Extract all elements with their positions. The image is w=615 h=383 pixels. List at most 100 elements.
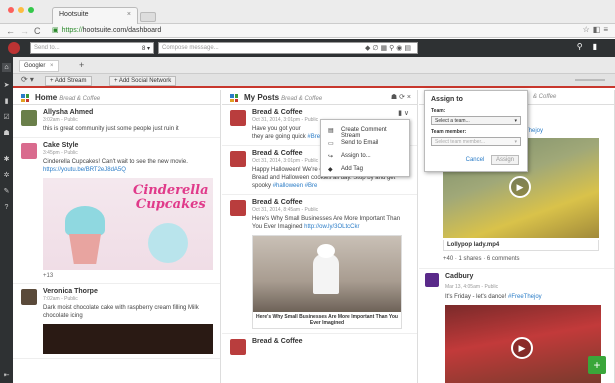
team-label: Team: xyxy=(431,108,446,114)
post-text: Here's Why Small Businesses Are More Imp… xyxy=(252,215,411,231)
sidebar: ⌂ ➤ ▮ ☑ ☗ ✱ ✲ ✎ ? ⇤ xyxy=(0,57,13,383)
analytics-icon[interactable]: ▮ xyxy=(2,97,11,106)
close-tab-icon[interactable]: × xyxy=(127,11,131,18)
assign-dialog-title: Assign to xyxy=(431,96,463,103)
link-preview[interactable]: Here's Why Small Businesses Are More Imp… xyxy=(252,235,402,329)
chef-figure xyxy=(313,254,339,294)
menu-icon[interactable]: ≡ xyxy=(603,25,611,34)
assign-dialog-buttons: Cancel Assign xyxy=(466,155,519,165)
add-button[interactable]: + xyxy=(588,356,606,374)
maximize-window-button[interactable] xyxy=(28,7,34,13)
avatar[interactable] xyxy=(8,42,20,54)
send-to-selector[interactable]: 8 ▾ xyxy=(142,45,150,52)
avatar[interactable] xyxy=(21,289,37,305)
avatar[interactable] xyxy=(21,110,37,126)
add-stream-button[interactable]: + Add Stream xyxy=(45,76,92,86)
refresh-icon[interactable]: ⟳ ▾ xyxy=(21,75,34,84)
post-link[interactable]: #halloween #Bre xyxy=(273,183,318,189)
avatar[interactable] xyxy=(230,339,246,355)
plus-count[interactable]: +13 xyxy=(43,273,214,279)
post-author[interactable]: Bread & Coffee xyxy=(252,109,411,116)
search-icon[interactable]: ⚲ xyxy=(577,42,593,51)
video-thumbnail[interactable]: ▶ xyxy=(445,305,601,383)
post-link[interactable]: https://youtu.be/BRT2eJ8dA5Q xyxy=(43,167,126,173)
action-bar: ⟳ ▾ + Add Stream + Add Social Network xyxy=(13,74,615,88)
play-icon[interactable]: ▶ xyxy=(511,337,533,359)
column-tools: ☗ ⟳ × xyxy=(391,93,411,101)
lock-icon[interactable]: ▤ xyxy=(404,45,413,52)
add-social-network-button[interactable]: + Add Social Network xyxy=(109,76,177,86)
column-title: Home xyxy=(35,93,58,102)
top-right-tools: ⚲▮ xyxy=(577,42,607,51)
tools-icon[interactable]: ✎ xyxy=(2,187,11,196)
browser-tab[interactable]: Hootsuite × xyxy=(52,7,138,25)
reload-icon[interactable]: C xyxy=(34,26,41,36)
forward-icon[interactable]: → xyxy=(20,26,29,36)
avatar[interactable] xyxy=(21,143,37,159)
post-text: It's Friday - let's dance! #FreeThejoy xyxy=(445,293,542,301)
post-menu-icon[interactable]: ▮ ∨ xyxy=(398,109,409,117)
home-icon[interactable]: ⌂ xyxy=(2,63,11,72)
compose-input[interactable]: Compose message... ◆∅▦⚲◉▤ xyxy=(158,42,418,54)
avatar[interactable] xyxy=(230,110,246,126)
settings-icon[interactable]: ✲ xyxy=(2,171,11,180)
close-window-button[interactable] xyxy=(8,7,14,13)
preview-caption: Here's Why Small Businesses Are More Imp… xyxy=(253,312,401,328)
apps-icon[interactable]: ✱ xyxy=(2,155,11,164)
send-to-count: 8 xyxy=(141,46,146,52)
star-icon[interactable]: ☆ xyxy=(583,25,593,34)
menu-item-add-tag[interactable]: ◆ Add Tag xyxy=(321,163,409,176)
post-author[interactable]: Allysha Ahmed xyxy=(43,109,214,116)
help-icon[interactable]: ? xyxy=(2,203,11,212)
assignments-icon[interactable]: ☑ xyxy=(2,113,11,122)
menu-item-comment-stream[interactable]: ▤ Create Comment Stream xyxy=(321,124,409,139)
avatar[interactable] xyxy=(230,200,246,216)
refresh-icon[interactable]: ⟳ xyxy=(399,94,405,101)
logout-icon[interactable]: ⇤ xyxy=(2,371,11,380)
team-select-value: Select a team... xyxy=(435,118,470,124)
post-link[interactable]: #FreeThejoy xyxy=(508,294,542,300)
post-author[interactable]: Veronica Thorpe xyxy=(43,288,214,295)
post-link[interactable]: #Bre xyxy=(307,134,320,140)
post-author[interactable]: Bread & Coffee xyxy=(252,338,411,345)
post-author[interactable]: Cake Style xyxy=(43,142,214,149)
close-icon[interactable]: × xyxy=(50,63,54,69)
calendar-icon[interactable]: ▦ xyxy=(381,45,390,52)
extension-icon[interactable]: ◧ xyxy=(593,25,604,34)
post-link[interactable]: http://ow.ly/3OLtcCkr xyxy=(304,224,359,230)
avatar[interactable] xyxy=(230,151,246,167)
chat-icon[interactable]: ▮ xyxy=(593,42,607,51)
menu-item-assign[interactable]: ↪ Assign to... xyxy=(321,150,409,163)
zoom-slider[interactable] xyxy=(575,79,605,81)
chef-hat xyxy=(317,244,335,258)
send-icon[interactable]: ➤ xyxy=(2,81,11,90)
video-title[interactable]: Lollypop lady.mp4 xyxy=(443,240,599,251)
team-member-select[interactable]: Select team member... ▾ xyxy=(431,137,521,146)
assign-button[interactable]: Assign xyxy=(490,155,519,165)
contacts-icon[interactable]: ☗ xyxy=(2,129,11,138)
post-author[interactable]: Cadbury xyxy=(445,273,473,280)
avatar[interactable] xyxy=(425,273,439,287)
assign-icon: ↪ xyxy=(328,154,334,160)
post-image[interactable] xyxy=(43,324,213,354)
post-author[interactable]: Bread & Coffee xyxy=(252,199,411,206)
add-tab-icon[interactable]: + xyxy=(79,60,84,70)
compose-tools: ◆∅▦⚲◉▤ xyxy=(365,44,413,52)
list-item: Allysha Ahmed 3:02am - Public this is gr… xyxy=(13,105,220,138)
image-caption-line-2: Cupcakes xyxy=(135,197,206,212)
tab-googler[interactable]: Googler × xyxy=(19,60,59,72)
comment-stream-icon: ▤ xyxy=(328,128,334,134)
attach-icon[interactable]: ∅ xyxy=(372,45,380,52)
team-select[interactable]: Select a team... ▾ xyxy=(431,116,521,125)
send-to-input[interactable]: Send to... 8 ▾ xyxy=(30,42,154,54)
close-icon[interactable]: × xyxy=(407,94,411,101)
play-icon[interactable]: ▶ xyxy=(509,176,531,198)
menu-item-send-email[interactable]: ▭ Send to Email xyxy=(321,137,409,150)
cancel-button[interactable]: Cancel xyxy=(466,157,485,163)
url-field[interactable]: ▣ https://hootsuite.com/dashboard xyxy=(52,26,552,36)
new-tab-button[interactable] xyxy=(140,12,156,22)
post-image[interactable]: Cinderella Cupcakes xyxy=(43,178,213,270)
user-icon[interactable]: ☗ xyxy=(391,94,397,101)
minimize-window-button[interactable] xyxy=(18,7,24,13)
back-icon[interactable]: ← xyxy=(6,26,15,36)
